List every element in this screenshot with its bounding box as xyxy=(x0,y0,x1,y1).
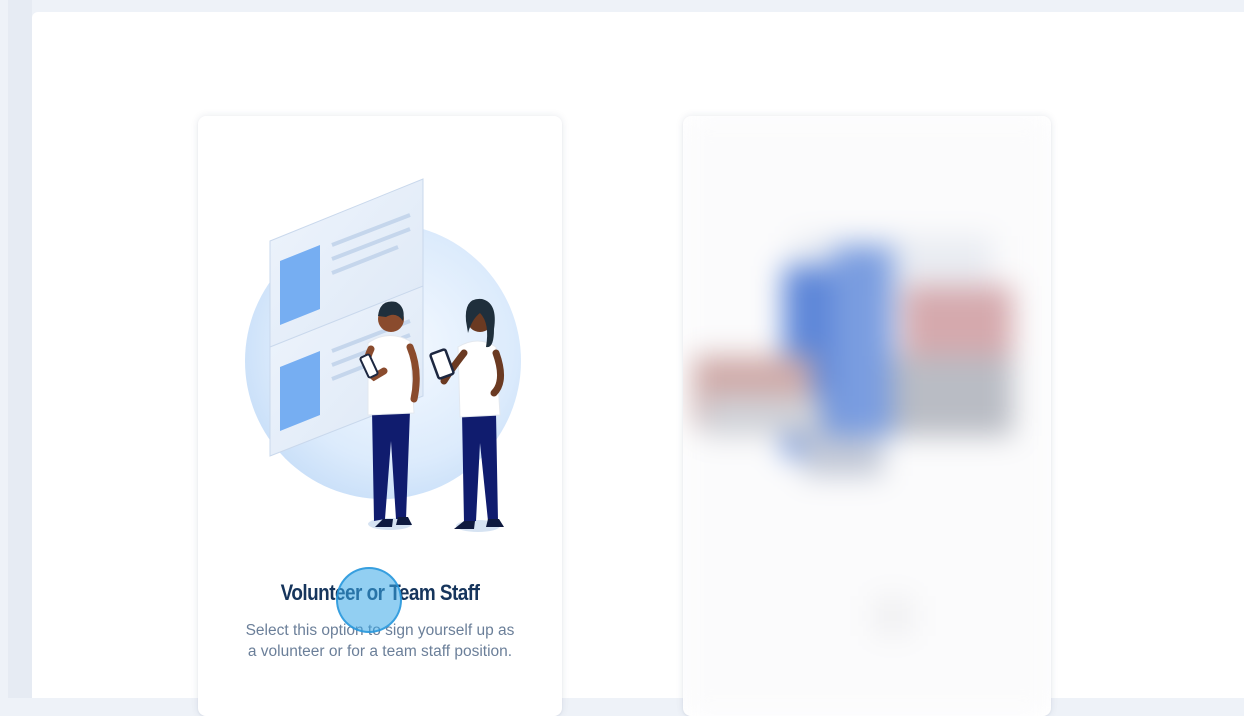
option-card-volunteer-team-staff[interactable]: Volunteer or Team Staff Select this opti… xyxy=(198,116,562,716)
app-shell: Volunteer or Team Staff Select this opti… xyxy=(0,0,1244,716)
option-description: Select this option to sign yourself up a… xyxy=(245,622,515,660)
volunteers-with-clipboards-illustration xyxy=(228,171,528,551)
left-rail xyxy=(0,0,8,698)
left-gutter xyxy=(8,0,32,698)
blurred-option-preview xyxy=(683,116,1051,716)
option-title: Volunteer or Team Staff xyxy=(280,580,480,605)
option-card-blurred[interactable] xyxy=(683,116,1051,716)
